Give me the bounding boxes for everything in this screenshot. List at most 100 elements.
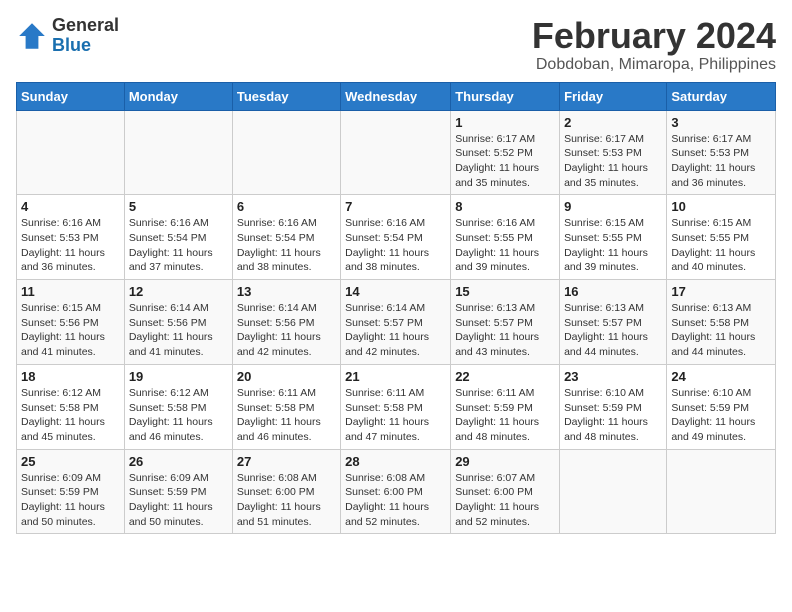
day-info: Sunrise: 6:13 AM Sunset: 5:57 PM Dayligh… xyxy=(564,301,662,360)
day-info: Sunrise: 6:17 AM Sunset: 5:53 PM Dayligh… xyxy=(671,132,771,191)
weekday-header-cell: Sunday xyxy=(17,82,125,110)
day-number: 7 xyxy=(345,199,446,214)
calendar-day-cell: 5 Sunrise: 6:16 AM Sunset: 5:54 PM Daylig… xyxy=(124,195,232,280)
day-number: 8 xyxy=(455,199,555,214)
calendar-day-cell: 3 Sunrise: 6:17 AM Sunset: 5:53 PM Daylig… xyxy=(667,110,776,195)
day-info: Sunrise: 6:08 AM Sunset: 6:00 PM Dayligh… xyxy=(345,471,446,530)
logo: General Blue xyxy=(16,16,119,56)
day-number: 1 xyxy=(455,115,555,130)
day-number: 12 xyxy=(129,284,228,299)
weekday-header-cell: Saturday xyxy=(667,82,776,110)
day-info: Sunrise: 6:14 AM Sunset: 5:56 PM Dayligh… xyxy=(237,301,336,360)
calendar-day-cell: 26 Sunrise: 6:09 AM Sunset: 5:59 PM Dayli… xyxy=(124,449,232,534)
day-number: 26 xyxy=(129,454,228,469)
calendar-day-cell xyxy=(560,449,667,534)
day-info: Sunrise: 6:16 AM Sunset: 5:55 PM Dayligh… xyxy=(455,216,555,275)
day-info: Sunrise: 6:15 AM Sunset: 5:55 PM Dayligh… xyxy=(671,216,771,275)
day-number: 19 xyxy=(129,369,228,384)
calendar-day-cell: 22 Sunrise: 6:11 AM Sunset: 5:59 PM Dayli… xyxy=(451,364,560,449)
month-year-title: February 2024 xyxy=(532,16,776,56)
logo-text: General Blue xyxy=(52,16,119,56)
day-info: Sunrise: 6:09 AM Sunset: 5:59 PM Dayligh… xyxy=(21,471,120,530)
calendar-day-cell: 11 Sunrise: 6:15 AM Sunset: 5:56 PM Dayli… xyxy=(17,280,125,365)
calendar-day-cell: 17Sunrise: 6:13 AM Sunset: 5:58 PM Dayli… xyxy=(667,280,776,365)
day-info: Sunrise: 6:08 AM Sunset: 6:00 PM Dayligh… xyxy=(237,471,336,530)
calendar-day-cell: 19 Sunrise: 6:12 AM Sunset: 5:58 PM Dayli… xyxy=(124,364,232,449)
day-info: Sunrise: 6:14 AM Sunset: 5:56 PM Dayligh… xyxy=(129,301,228,360)
calendar-day-cell: 6 Sunrise: 6:16 AM Sunset: 5:54 PM Daylig… xyxy=(232,195,340,280)
page-header: General Blue February 2024 Dobdoban, Mim… xyxy=(16,16,776,74)
calendar-day-cell: 10 Sunrise: 6:15 AM Sunset: 5:55 PM Dayli… xyxy=(667,195,776,280)
day-info: Sunrise: 6:11 AM Sunset: 5:59 PM Dayligh… xyxy=(455,386,555,445)
day-number: 4 xyxy=(21,199,120,214)
day-info: Sunrise: 6:14 AM Sunset: 5:57 PM Dayligh… xyxy=(345,301,446,360)
day-info: Sunrise: 6:13 AM Sunset: 5:58 PM Dayligh… xyxy=(671,301,771,360)
calendar-day-cell xyxy=(124,110,232,195)
day-number: 10 xyxy=(671,199,771,214)
logo-icon xyxy=(16,20,48,52)
day-info: Sunrise: 6:16 AM Sunset: 5:54 PM Dayligh… xyxy=(237,216,336,275)
calendar-day-cell: 9 Sunrise: 6:15 AM Sunset: 5:55 PM Daylig… xyxy=(560,195,667,280)
day-info: Sunrise: 6:15 AM Sunset: 5:55 PM Dayligh… xyxy=(564,216,662,275)
calendar-day-cell xyxy=(667,449,776,534)
weekday-header-row: SundayMondayTuesdayWednesdayThursdayFrid… xyxy=(17,82,776,110)
calendar-day-cell: 29 Sunrise: 6:07 AM Sunset: 6:00 PM Dayli… xyxy=(451,449,560,534)
calendar-day-cell: 23 Sunrise: 6:10 AM Sunset: 5:59 PM Dayli… xyxy=(560,364,667,449)
day-number: 9 xyxy=(564,199,662,214)
calendar-day-cell: 18 Sunrise: 6:12 AM Sunset: 5:58 PM Dayli… xyxy=(17,364,125,449)
day-number: 14 xyxy=(345,284,446,299)
day-info: Sunrise: 6:12 AM Sunset: 5:58 PM Dayligh… xyxy=(129,386,228,445)
day-info: Sunrise: 6:16 AM Sunset: 5:54 PM Dayligh… xyxy=(129,216,228,275)
calendar-day-cell: 25 Sunrise: 6:09 AM Sunset: 5:59 PM Dayli… xyxy=(17,449,125,534)
day-number: 20 xyxy=(237,369,336,384)
day-number: 25 xyxy=(21,454,120,469)
day-number: 27 xyxy=(237,454,336,469)
location-title: Dobdoban, Mimaropa, Philippines xyxy=(532,56,776,74)
day-info: Sunrise: 6:16 AM Sunset: 5:54 PM Dayligh… xyxy=(345,216,446,275)
day-info: Sunrise: 6:15 AM Sunset: 5:56 PM Dayligh… xyxy=(21,301,120,360)
day-info: Sunrise: 6:11 AM Sunset: 5:58 PM Dayligh… xyxy=(237,386,336,445)
day-number: 23 xyxy=(564,369,662,384)
day-number: 3 xyxy=(671,115,771,130)
day-number: 11 xyxy=(21,284,120,299)
day-number: 29 xyxy=(455,454,555,469)
calendar-week-row: 1 Sunrise: 6:17 AM Sunset: 5:52 PM Daylig… xyxy=(17,110,776,195)
day-number: 16 xyxy=(564,284,662,299)
weekday-header-cell: Friday xyxy=(560,82,667,110)
calendar-day-cell: 7 Sunrise: 6:16 AM Sunset: 5:54 PM Daylig… xyxy=(341,195,451,280)
weekday-header-cell: Monday xyxy=(124,82,232,110)
day-number: 5 xyxy=(129,199,228,214)
title-section: February 2024 Dobdoban, Mimaropa, Philip… xyxy=(532,16,776,74)
calendar-week-row: 4 Sunrise: 6:16 AM Sunset: 5:53 PM Daylig… xyxy=(17,195,776,280)
day-info: Sunrise: 6:07 AM Sunset: 6:00 PM Dayligh… xyxy=(455,471,555,530)
day-number: 6 xyxy=(237,199,336,214)
day-info: Sunrise: 6:12 AM Sunset: 5:58 PM Dayligh… xyxy=(21,386,120,445)
day-number: 22 xyxy=(455,369,555,384)
day-number: 24 xyxy=(671,369,771,384)
calendar-day-cell: 12 Sunrise: 6:14 AM Sunset: 5:56 PM Dayli… xyxy=(124,280,232,365)
calendar-day-cell: 14 Sunrise: 6:14 AM Sunset: 5:57 PM Dayli… xyxy=(341,280,451,365)
day-info: Sunrise: 6:09 AM Sunset: 5:59 PM Dayligh… xyxy=(129,471,228,530)
weekday-header-cell: Thursday xyxy=(451,82,560,110)
day-info: Sunrise: 6:10 AM Sunset: 5:59 PM Dayligh… xyxy=(564,386,662,445)
calendar-day-cell xyxy=(17,110,125,195)
day-number: 21 xyxy=(345,369,446,384)
calendar-week-row: 25 Sunrise: 6:09 AM Sunset: 5:59 PM Dayli… xyxy=(17,449,776,534)
day-info: Sunrise: 6:16 AM Sunset: 5:53 PM Dayligh… xyxy=(21,216,120,275)
day-info: Sunrise: 6:17 AM Sunset: 5:53 PM Dayligh… xyxy=(564,132,662,191)
day-info: Sunrise: 6:11 AM Sunset: 5:58 PM Dayligh… xyxy=(345,386,446,445)
calendar-day-cell: 21 Sunrise: 6:11 AM Sunset: 5:58 PM Dayli… xyxy=(341,364,451,449)
calendar-day-cell: 2Sunrise: 6:17 AM Sunset: 5:53 PM Daylig… xyxy=(560,110,667,195)
day-number: 18 xyxy=(21,369,120,384)
calendar-day-cell: 1 Sunrise: 6:17 AM Sunset: 5:52 PM Daylig… xyxy=(451,110,560,195)
day-number: 28 xyxy=(345,454,446,469)
day-info: Sunrise: 6:17 AM Sunset: 5:52 PM Dayligh… xyxy=(455,132,555,191)
calendar-day-cell xyxy=(232,110,340,195)
calendar-day-cell: 8 Sunrise: 6:16 AM Sunset: 5:55 PM Daylig… xyxy=(451,195,560,280)
calendar-day-cell: 4 Sunrise: 6:16 AM Sunset: 5:53 PM Daylig… xyxy=(17,195,125,280)
calendar-day-cell: 27 Sunrise: 6:08 AM Sunset: 6:00 PM Dayli… xyxy=(232,449,340,534)
weekday-header-cell: Wednesday xyxy=(341,82,451,110)
calendar-body: 1 Sunrise: 6:17 AM Sunset: 5:52 PM Daylig… xyxy=(17,110,776,534)
weekday-header-cell: Tuesday xyxy=(232,82,340,110)
calendar-day-cell: 16 Sunrise: 6:13 AM Sunset: 5:57 PM Dayli… xyxy=(560,280,667,365)
